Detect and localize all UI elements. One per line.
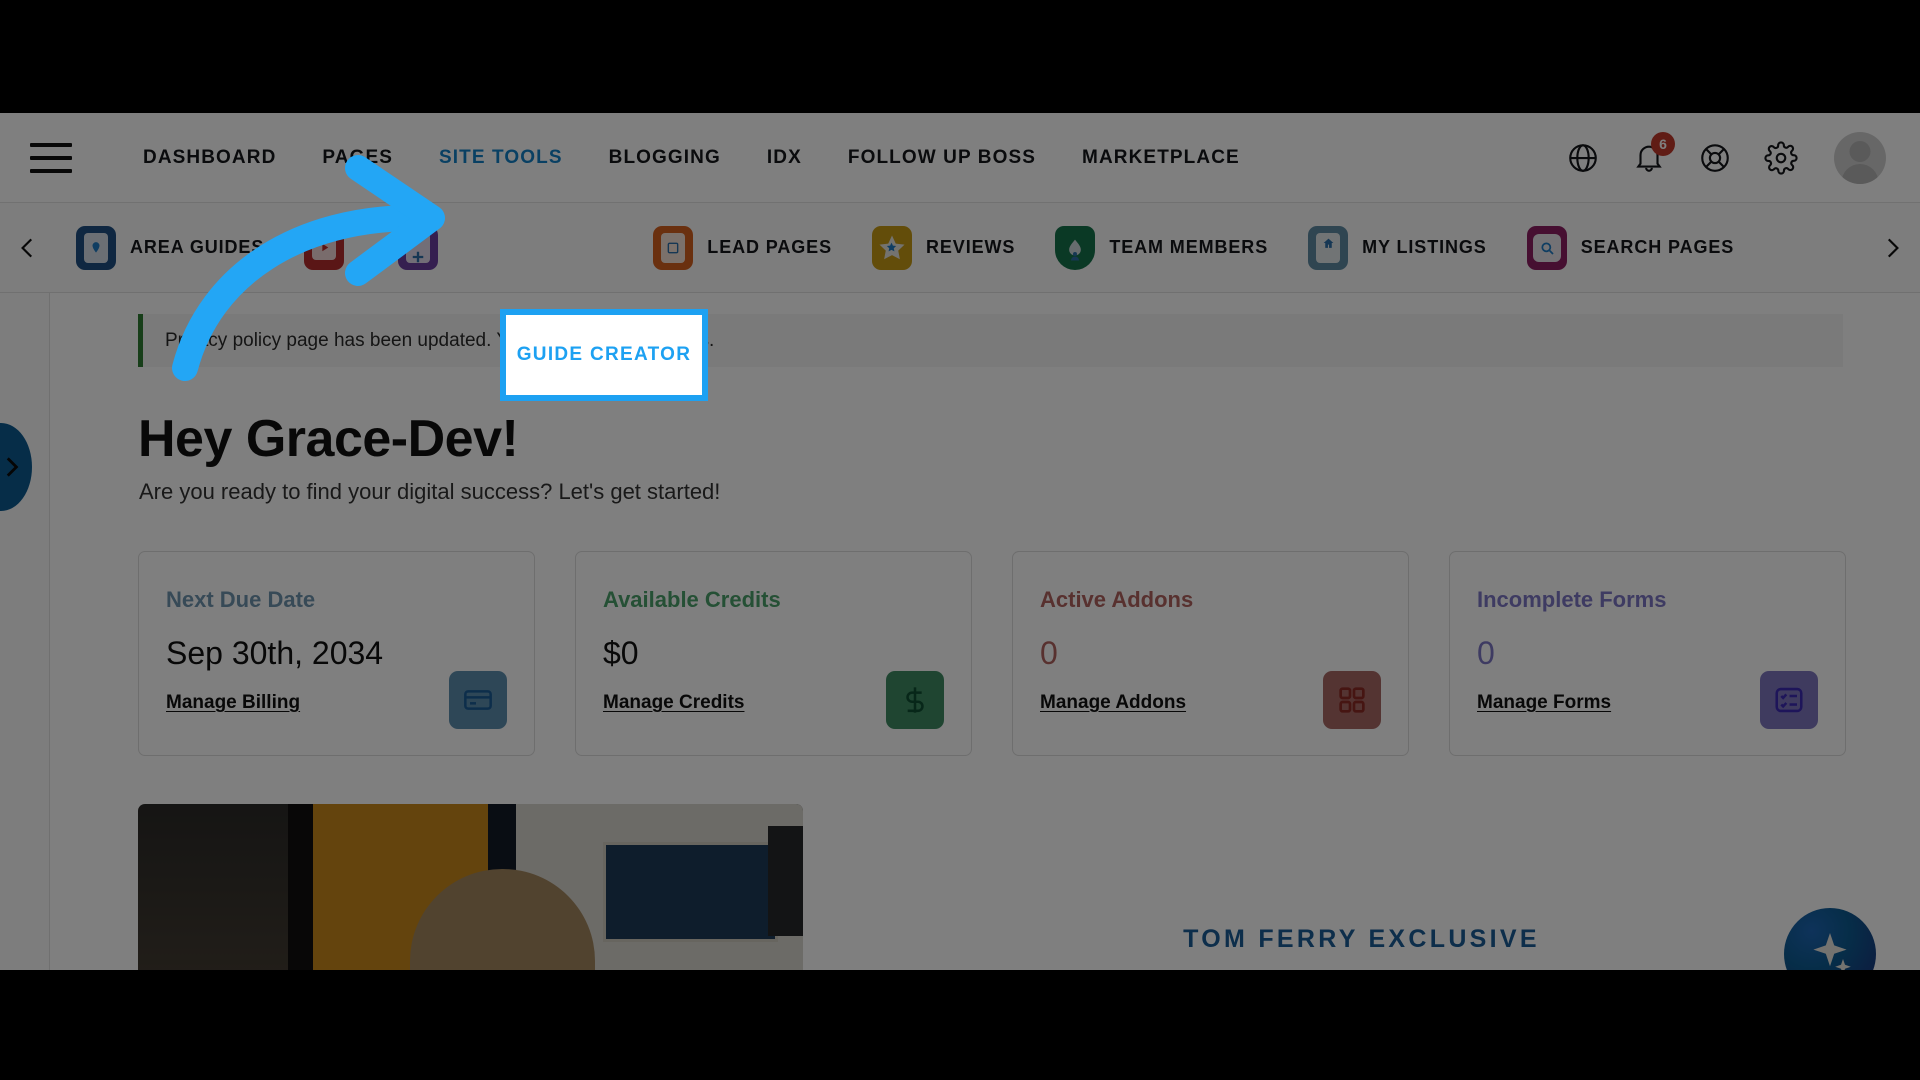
screenshot-root: DASHBOARD PAGES SITE TOOLS BLOGGING IDX … bbox=[0, 0, 1920, 1080]
stat-card-available-credits: Available Credits $0 Manage Credits bbox=[575, 551, 972, 756]
avatar-head bbox=[1849, 140, 1871, 162]
promo-row: TOM FERRY EXCLUSIVE bbox=[138, 804, 1920, 970]
tab-reviews[interactable]: REVIEWS bbox=[852, 203, 1035, 293]
tab-label: MY LISTINGS bbox=[1362, 237, 1487, 257]
lead-pages-icon bbox=[653, 225, 694, 270]
tab-area-guides[interactable]: AREA GUIDES bbox=[56, 203, 284, 293]
stat-card-incomplete-forms: Incomplete Forms 0 Manage Forms bbox=[1449, 551, 1846, 756]
highlight-label: GUIDE CREATOR bbox=[516, 344, 692, 365]
ai-sparkle-icon bbox=[1813, 933, 1851, 970]
notifications-bell-icon[interactable]: 6 bbox=[1632, 131, 1675, 175]
dollar-sign-icon bbox=[886, 671, 944, 729]
tab-label: SEARCH PAGES bbox=[1580, 237, 1735, 257]
nav-item-marketplace[interactable]: MARKETPLACE bbox=[1059, 147, 1263, 169]
form-checklist-icon bbox=[1760, 671, 1818, 729]
notification-count-badge: 6 bbox=[1651, 131, 1675, 156]
card-label: Available Credits bbox=[603, 587, 781, 612]
card-value: $0 bbox=[603, 635, 639, 671]
primary-navigation: DASHBOARD PAGES SITE TOOLS BLOGGING IDX … bbox=[120, 147, 1263, 169]
guide-creator-icon bbox=[398, 225, 439, 270]
team-members-icon bbox=[1055, 225, 1096, 270]
tab-list: AREA GUIDES GUIDE CREATOR bbox=[56, 203, 1864, 293]
tab-label: AREA GUIDES bbox=[130, 237, 265, 257]
video-thumbnail[interactable] bbox=[138, 804, 803, 970]
promo-title: TOM FERRY EXCLUSIVE bbox=[1183, 924, 1540, 953]
browser-viewport: DASHBOARD PAGES SITE TOOLS BLOGGING IDX … bbox=[0, 113, 1920, 970]
header-actions: 6 bbox=[1566, 131, 1886, 184]
guide-creator-highlight-box[interactable]: GUIDE CREATOR bbox=[500, 309, 708, 401]
my-listings-icon bbox=[1308, 225, 1349, 270]
user-avatar[interactable] bbox=[1834, 131, 1886, 184]
tabbar-scroll-left-button[interactable] bbox=[0, 203, 56, 293]
tab-video[interactable] bbox=[284, 203, 378, 293]
card-value: Sep 30th, 2034 bbox=[166, 635, 384, 671]
reviews-star-icon bbox=[871, 225, 912, 270]
page-title: Hey Grace-Dev! bbox=[138, 410, 519, 468]
stat-card-row: Next Due Date Sep 30th, 2034 Manage Bill… bbox=[138, 551, 1920, 756]
nav-item-idx[interactable]: IDX bbox=[744, 147, 825, 169]
support-lifebuoy-icon[interactable] bbox=[1698, 141, 1732, 175]
card-value: 0 bbox=[1040, 635, 1058, 671]
nav-item-blogging[interactable]: BLOGGING bbox=[586, 147, 744, 169]
chevron-left-icon bbox=[21, 238, 33, 257]
page-subtitle: Are you ready to find your digital succe… bbox=[139, 479, 721, 504]
search-pages-icon bbox=[1526, 225, 1567, 270]
nav-item-follow-up-boss[interactable]: FOLLOW UP BOSS bbox=[825, 147, 1059, 169]
tab-label: REVIEWS bbox=[925, 237, 1016, 257]
chevron-right-icon bbox=[6, 457, 19, 477]
tab-team-members[interactable]: TEAM MEMBERS bbox=[1035, 203, 1288, 293]
tabbar-scroll-right-button[interactable] bbox=[1864, 203, 1920, 293]
nav-item-dashboard[interactable]: DASHBOARD bbox=[120, 147, 299, 169]
tab-label: LEAD PAGES bbox=[707, 237, 832, 257]
manage-credits-link[interactable]: Manage Credits bbox=[603, 692, 744, 714]
site-tools-tabbar: AREA GUIDES GUIDE CREATOR bbox=[0, 203, 1920, 293]
video-icon bbox=[304, 225, 345, 270]
credit-card-icon bbox=[449, 671, 507, 729]
tab-lead-pages[interactable]: LEAD PAGES bbox=[633, 203, 852, 293]
manage-forms-link[interactable]: Manage Forms bbox=[1477, 692, 1611, 714]
tab-my-listings[interactable]: MY LISTINGS bbox=[1288, 203, 1507, 293]
nav-item-site-tools[interactable]: SITE TOOLS bbox=[416, 147, 586, 169]
globe-icon[interactable] bbox=[1566, 141, 1600, 175]
settings-gear-icon[interactable] bbox=[1764, 140, 1798, 175]
tab-label: TEAM MEMBERS bbox=[1109, 237, 1269, 257]
chevron-right-icon bbox=[1887, 238, 1899, 257]
main-content: Privacy policy page has been updated. Yo… bbox=[51, 293, 1920, 970]
nav-item-pages[interactable]: PAGES bbox=[299, 147, 416, 169]
area-guides-icon bbox=[76, 225, 116, 270]
stat-card-active-addons: Active Addons 0 Manage Addons bbox=[1012, 551, 1409, 756]
manage-billing-link[interactable]: Manage Billing bbox=[166, 692, 300, 714]
card-value: 0 bbox=[1477, 635, 1495, 671]
hamburger-menu-icon[interactable] bbox=[30, 142, 72, 173]
promo-text-area: TOM FERRY EXCLUSIVE bbox=[803, 804, 1920, 970]
left-sidebar-rail bbox=[0, 293, 50, 970]
manage-addons-link[interactable]: Manage Addons bbox=[1040, 692, 1186, 714]
tab-guide-creator[interactable]: GUIDE CREATOR bbox=[378, 203, 633, 293]
tab-search-pages[interactable]: SEARCH PAGES bbox=[1507, 203, 1755, 293]
privacy-policy-banner: Privacy policy page has been updated. Yo… bbox=[138, 314, 1843, 367]
stat-card-next-due-date: Next Due Date Sep 30th, 2034 Manage Bill… bbox=[138, 551, 535, 756]
avatar-body bbox=[1841, 163, 1879, 184]
card-label: Incomplete Forms bbox=[1477, 587, 1667, 612]
app-header: DASHBOARD PAGES SITE TOOLS BLOGGING IDX … bbox=[0, 113, 1920, 203]
card-label: Active Addons bbox=[1040, 587, 1194, 612]
grid-squares-icon bbox=[1323, 671, 1381, 729]
card-label: Next Due Date bbox=[166, 587, 316, 612]
